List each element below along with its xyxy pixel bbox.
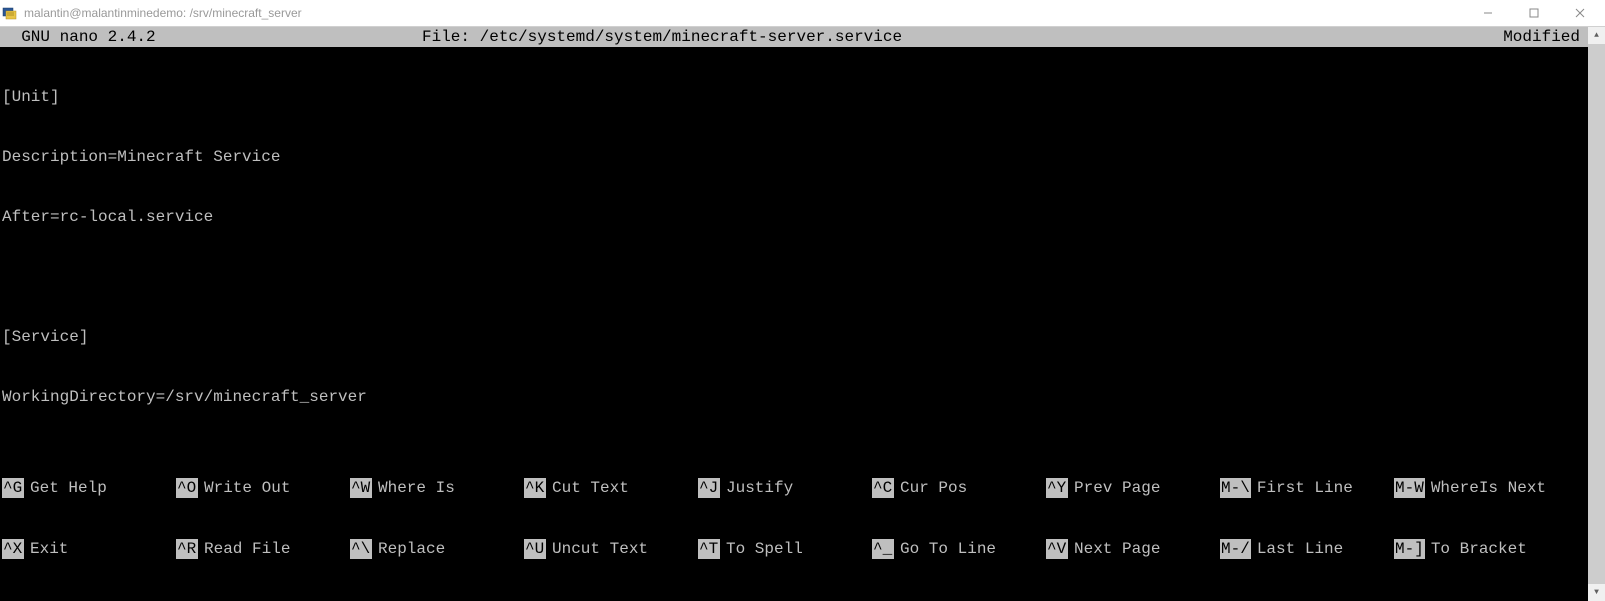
editor-line: [Service]	[2, 327, 1586, 347]
shortcut-next-page[interactable]: ^VNext Page	[1046, 539, 1220, 559]
minimize-button[interactable]	[1465, 0, 1511, 26]
shortcut-go-to-line[interactable]: ^_Go To Line	[872, 539, 1046, 559]
scroll-track[interactable]	[1588, 44, 1605, 584]
editor-line: Description=Minecraft Service	[2, 147, 1586, 167]
window-titlebar: malantin@malantinminedemo: /srv/minecraf…	[0, 0, 1605, 27]
shortcut-get-help[interactable]: ^GGet Help	[2, 478, 176, 498]
nano-version: GNU nano 2.4.2	[2, 27, 422, 47]
window-buttons	[1465, 0, 1603, 26]
editor-area[interactable]: [Unit] Description=Minecraft Service Aft…	[0, 47, 1588, 437]
scroll-down-button[interactable]: ▼	[1588, 584, 1605, 601]
shortcut-uncut-text[interactable]: ^UUncut Text	[524, 539, 698, 559]
shortcut-exit[interactable]: ^XExit	[2, 539, 176, 559]
shortcut-read-file[interactable]: ^RRead File	[176, 539, 350, 559]
editor-line: After=rc-local.service	[2, 207, 1586, 227]
putty-icon	[2, 5, 18, 21]
shortcut-first-line[interactable]: M-\First Line	[1220, 478, 1394, 498]
nano-shortcuts: ^GGet Help ^OWrite Out ^WWhere Is ^KCut …	[0, 437, 1588, 601]
shortcut-last-line[interactable]: M-/Last Line	[1220, 539, 1394, 559]
nano-header: GNU nano 2.4.2 File: /etc/systemd/system…	[0, 27, 1588, 47]
terminal-body[interactable]: GNU nano 2.4.2 File: /etc/systemd/system…	[0, 27, 1588, 601]
shortcut-row: ^GGet Help ^OWrite Out ^WWhere Is ^KCut …	[2, 477, 1586, 498]
editor-line	[2, 267, 1586, 287]
nano-modified: Modified	[1466, 27, 1586, 47]
shortcut-row: ^XExit ^RRead File ^\Replace ^UUncut Tex…	[2, 538, 1586, 559]
shortcut-cut-text[interactable]: ^KCut Text	[524, 478, 698, 498]
maximize-button[interactable]	[1511, 0, 1557, 26]
editor-line: [Unit]	[2, 87, 1586, 107]
shortcut-whereis-next[interactable]: M-WWhereIs Next	[1394, 478, 1574, 498]
shortcut-replace[interactable]: ^\Replace	[350, 539, 524, 559]
scrollbar[interactable]: ▲ ▼	[1588, 27, 1605, 601]
scroll-up-button[interactable]: ▲	[1588, 27, 1605, 44]
editor-line: WorkingDirectory=/srv/minecraft_server	[2, 387, 1586, 407]
shortcut-where-is[interactable]: ^WWhere Is	[350, 478, 524, 498]
terminal[interactable]: GNU nano 2.4.2 File: /etc/systemd/system…	[0, 27, 1605, 601]
shortcut-to-bracket[interactable]: M-]To Bracket	[1394, 539, 1574, 559]
shortcut-to-spell[interactable]: ^TTo Spell	[698, 539, 872, 559]
close-button[interactable]	[1557, 0, 1603, 26]
nano-file: File: /etc/systemd/system/minecraft-serv…	[422, 27, 1466, 47]
shortcut-justify[interactable]: ^JJustify	[698, 478, 872, 498]
scroll-thumb[interactable]	[1588, 44, 1605, 584]
shortcut-write-out[interactable]: ^OWrite Out	[176, 478, 350, 498]
shortcut-cur-pos[interactable]: ^CCur Pos	[872, 478, 1046, 498]
shortcut-prev-page[interactable]: ^YPrev Page	[1046, 478, 1220, 498]
window-title: malantin@malantinminedemo: /srv/minecraf…	[24, 6, 1465, 20]
